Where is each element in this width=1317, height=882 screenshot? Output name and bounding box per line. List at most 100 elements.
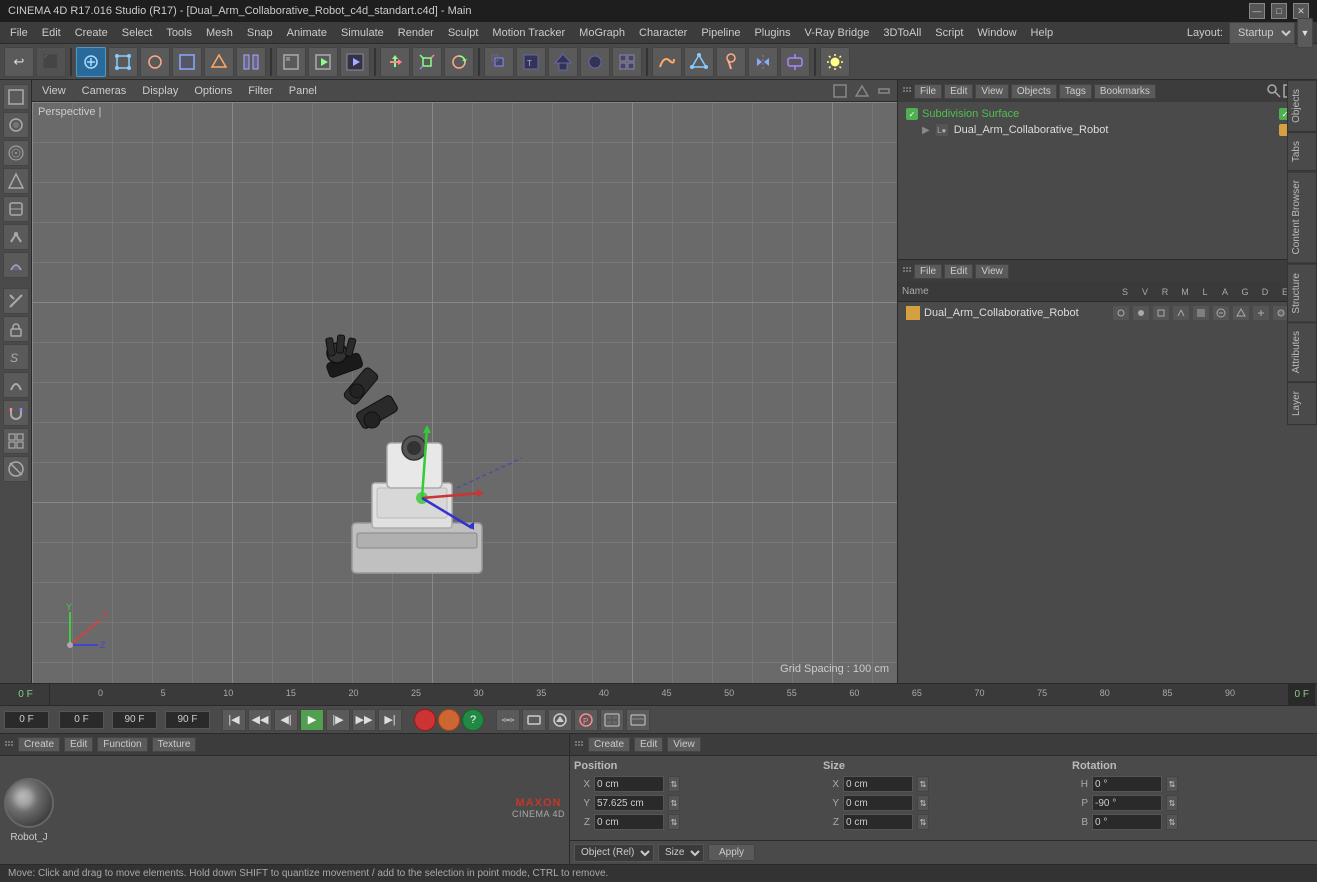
mat-edit-btn[interactable]: Edit bbox=[64, 737, 93, 752]
snap-button[interactable]: S bbox=[3, 344, 29, 370]
rot-b-input[interactable] bbox=[1092, 814, 1162, 830]
objects-mode-button[interactable] bbox=[3, 84, 29, 110]
menu-vray[interactable]: V-Ray Bridge bbox=[799, 25, 876, 41]
size-z-input[interactable] bbox=[843, 814, 913, 830]
tab-tabs[interactable]: Tabs bbox=[1287, 132, 1317, 171]
size-type-dropdown[interactable]: Size bbox=[658, 844, 704, 862]
step-back-button[interactable]: ◀◀ bbox=[248, 709, 272, 731]
tab-attributes[interactable]: Attributes bbox=[1287, 322, 1317, 382]
objects-edit-btn[interactable]: Edit bbox=[944, 264, 973, 279]
rotate-button[interactable] bbox=[444, 47, 474, 77]
panel-bookmarks-btn[interactable]: Bookmarks bbox=[1094, 84, 1156, 99]
mat-create-btn[interactable]: Create bbox=[18, 737, 60, 752]
timeline[interactable]: 0 F 0 5 10 15 20 25 30 35 40 45 50 55 60… bbox=[0, 684, 1317, 706]
material-swatch-container[interactable]: Robot_J bbox=[4, 778, 54, 843]
pos-x-input[interactable] bbox=[594, 776, 664, 792]
ik-mode-button[interactable] bbox=[3, 224, 29, 250]
obj-col-d[interactable] bbox=[1253, 306, 1269, 320]
tree-item-subdivision[interactable]: ✓ Subdivision Surface ✓ bbox=[902, 106, 1313, 122]
panel-tags-btn[interactable]: Tags bbox=[1059, 84, 1092, 99]
menu-mograph[interactable]: MoGraph bbox=[573, 25, 631, 41]
viewport-icon-3[interactable] bbox=[877, 84, 891, 98]
layout-dropdown-icon[interactable]: ▼ bbox=[1297, 18, 1313, 48]
mat-texture-btn[interactable]: Texture bbox=[152, 737, 197, 752]
menu-character[interactable]: Character bbox=[633, 25, 693, 41]
sculpt-mode-button[interactable] bbox=[3, 168, 29, 194]
menu-pipeline[interactable]: Pipeline bbox=[695, 25, 746, 41]
panel-file-btn[interactable]: File bbox=[914, 84, 942, 99]
record-all-button[interactable] bbox=[438, 709, 460, 731]
pos-x-spin[interactable]: ⇅ bbox=[668, 776, 680, 792]
menu-tools[interactable]: Tools bbox=[160, 25, 198, 41]
minimize-button[interactable]: — bbox=[1249, 3, 1265, 19]
obj-col-m[interactable] bbox=[1173, 306, 1189, 320]
tab-objects[interactable]: Objects bbox=[1287, 80, 1317, 132]
attr-create-btn[interactable]: Create bbox=[588, 737, 630, 752]
redo-button[interactable]: ⬛ bbox=[36, 47, 66, 77]
viewport[interactable]: Perspective | bbox=[32, 102, 897, 683]
4view-button[interactable] bbox=[612, 47, 642, 77]
paint-mode-button[interactable] bbox=[3, 140, 29, 166]
texture-mode-button[interactable] bbox=[3, 112, 29, 138]
menu-snap[interactable]: Snap bbox=[241, 25, 279, 41]
menu-create[interactable]: Create bbox=[69, 25, 114, 41]
obj-col-a[interactable] bbox=[1213, 306, 1229, 320]
edge-mode-button[interactable] bbox=[140, 47, 170, 77]
viewport-filter-menu[interactable]: Filter bbox=[244, 83, 276, 99]
frame-preview-start-input[interactable] bbox=[59, 711, 104, 729]
tab-content-browser[interactable]: Content Browser bbox=[1287, 171, 1317, 263]
viewport-panel-menu[interactable]: Panel bbox=[285, 83, 321, 99]
next-frame-button[interactable]: |▶ bbox=[326, 709, 350, 731]
pos-z-spin[interactable]: ⇅ bbox=[668, 814, 680, 830]
scale-button[interactable] bbox=[412, 47, 442, 77]
menu-simulate[interactable]: Simulate bbox=[335, 25, 390, 41]
weight-mode-button[interactable] bbox=[3, 252, 29, 278]
block-button[interactable] bbox=[3, 456, 29, 482]
rot-b-spin[interactable]: ⇅ bbox=[1166, 814, 1178, 830]
objects-view-btn[interactable]: View bbox=[975, 264, 1009, 279]
render-view-button[interactable] bbox=[308, 47, 338, 77]
maximize-button[interactable]: □ bbox=[1271, 3, 1287, 19]
undo-button[interactable]: ↩ bbox=[4, 47, 34, 77]
frame-preview-end-input[interactable] bbox=[112, 711, 157, 729]
render-region-button[interactable] bbox=[276, 47, 306, 77]
prev-frame-button[interactable]: ◀| bbox=[274, 709, 298, 731]
viewport-options-menu[interactable]: Options bbox=[190, 83, 236, 99]
panel-view-btn[interactable]: View bbox=[975, 84, 1009, 99]
lock-button[interactable] bbox=[3, 316, 29, 342]
record-active-button[interactable] bbox=[414, 709, 436, 731]
model-mode-button[interactable] bbox=[76, 47, 106, 77]
rot-h-input[interactable] bbox=[1092, 776, 1162, 792]
attr-view-btn[interactable]: View bbox=[667, 737, 701, 752]
perspective-view-button[interactable] bbox=[484, 47, 514, 77]
point-mode-button[interactable] bbox=[108, 47, 138, 77]
viewport-icon-2[interactable] bbox=[855, 84, 869, 98]
obj-col-v[interactable] bbox=[1133, 306, 1149, 320]
size-z-spin[interactable]: ⇅ bbox=[917, 814, 929, 830]
menu-animate[interactable]: Animate bbox=[281, 25, 333, 41]
mat-function-btn[interactable]: Function bbox=[97, 737, 147, 752]
menu-motion-tracker[interactable]: Motion Tracker bbox=[486, 25, 571, 41]
motion-2-button[interactable] bbox=[522, 709, 546, 731]
pos-y-spin[interactable]: ⇅ bbox=[668, 795, 680, 811]
viewport-view-menu[interactable]: View bbox=[38, 83, 70, 99]
apply-button[interactable]: Apply bbox=[708, 844, 755, 861]
objects-file-btn[interactable]: File bbox=[914, 264, 942, 279]
menu-file[interactable]: File bbox=[4, 25, 34, 41]
motion-6-button[interactable] bbox=[626, 709, 650, 731]
attr-edit-btn[interactable]: Edit bbox=[634, 737, 663, 752]
size-x-spin[interactable]: ⇅ bbox=[917, 776, 929, 792]
rot-p-input[interactable] bbox=[1092, 795, 1162, 811]
front-view-button[interactable] bbox=[548, 47, 578, 77]
viewport-cameras-menu[interactable]: Cameras bbox=[78, 83, 131, 99]
obj-col-s[interactable] bbox=[1113, 306, 1129, 320]
render-picture-viewer-button[interactable] bbox=[340, 47, 370, 77]
menu-sculpt[interactable]: Sculpt bbox=[442, 25, 485, 41]
menu-plugins[interactable]: Plugins bbox=[748, 25, 796, 41]
spline-tool-button[interactable] bbox=[652, 47, 682, 77]
size-y-spin[interactable]: ⇅ bbox=[917, 795, 929, 811]
poly-pen-button[interactable] bbox=[684, 47, 714, 77]
frame-start-input[interactable] bbox=[4, 711, 49, 729]
right-view-button[interactable] bbox=[580, 47, 610, 77]
obj-col-g[interactable] bbox=[1233, 306, 1249, 320]
